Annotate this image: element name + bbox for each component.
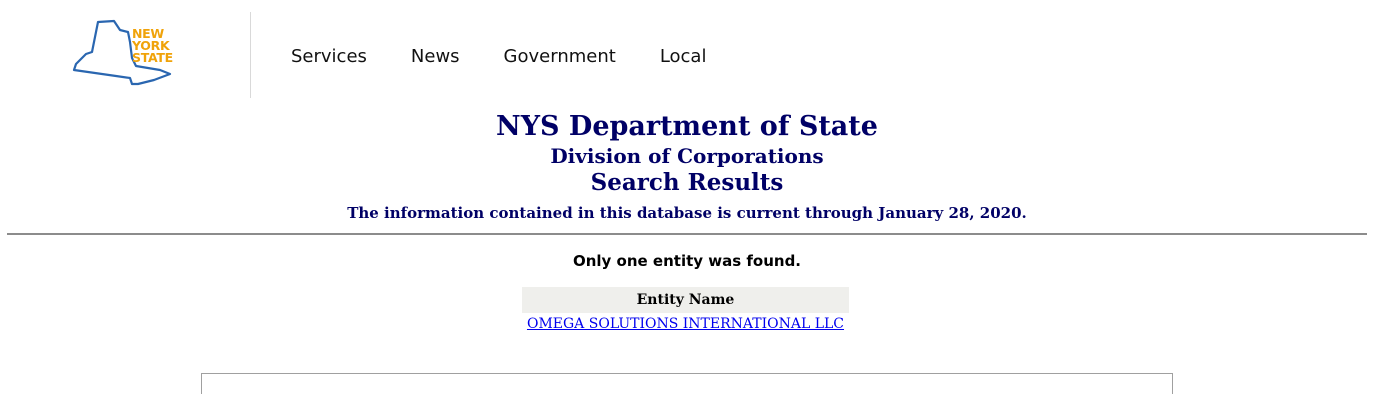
nav-government[interactable]: Government [504,44,616,70]
department-title: NYS Department of State [496,111,878,142]
entity-name-link[interactable]: OMEGA SOLUTIONS INTERNATIONAL LLC [527,316,844,332]
page-title-block: NYS Department of State Division of Corp… [0,110,1374,223]
column-header-entity-name: Entity Name [522,287,849,313]
results-summary: Only one entity was found. [572,252,802,270]
nys-logo[interactable]: NEW YORK STATE [70,18,190,92]
division-title: Division of Corporations [550,144,824,168]
currency-note: The information contained in this databa… [347,204,1027,222]
content-frame [201,373,1173,394]
site-header: NEW YORK STATE Services News Government … [0,0,1374,100]
nav-local[interactable]: Local [660,44,707,70]
horizontal-divider [7,233,1367,235]
header-divider [250,12,251,98]
main-nav: Services News Government Local [291,44,750,70]
nav-news[interactable]: News [411,44,460,70]
nav-services[interactable]: Services [291,44,367,70]
table-row: OMEGA SOLUTIONS INTERNATIONAL LLC [522,313,849,335]
page-title: Search Results [590,169,784,196]
results-table: Entity Name OMEGA SOLUTIONS INTERNATIONA… [522,287,849,335]
logo-wordmark: NEW YORK STATE [132,26,173,65]
